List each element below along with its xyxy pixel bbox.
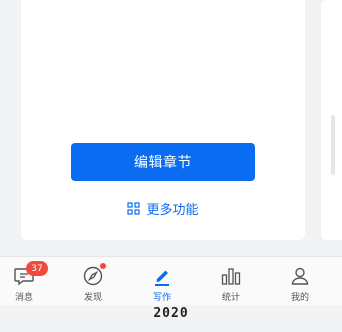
bottom-tab-bar: 37 消息 发现 写作 统计 我的 [0,256,342,305]
year-watermark: 2020 [153,306,189,321]
more-features-link[interactable]: 更多功能 [71,198,255,218]
tab-label: 消息 [14,293,33,303]
unread-badge: 37 [26,261,48,276]
tab-label: 我的 [290,293,309,303]
grid-settings-icon [127,201,141,215]
scroll-indicator [331,115,335,175]
tab-stats[interactable]: 统计 [197,257,265,305]
edit-chapter-button[interactable]: 编辑章节 [71,143,255,181]
more-features-label: 更多功能 [146,202,199,218]
pen-icon [155,270,169,286]
tab-label: 统计 [221,293,240,303]
tab-messages[interactable]: 37 消息 [0,257,58,305]
tab-label: 写作 [152,293,171,303]
new-dot [100,263,106,269]
tab-me[interactable]: 我的 [266,257,334,305]
tab-label: 发现 [83,293,102,303]
stats-icon [221,268,241,285]
person-icon [291,267,309,285]
tab-write[interactable]: 写作 [128,257,196,305]
content-area: 编辑章节 更多功能 [0,0,342,256]
tab-discover[interactable]: 发现 [59,257,127,305]
